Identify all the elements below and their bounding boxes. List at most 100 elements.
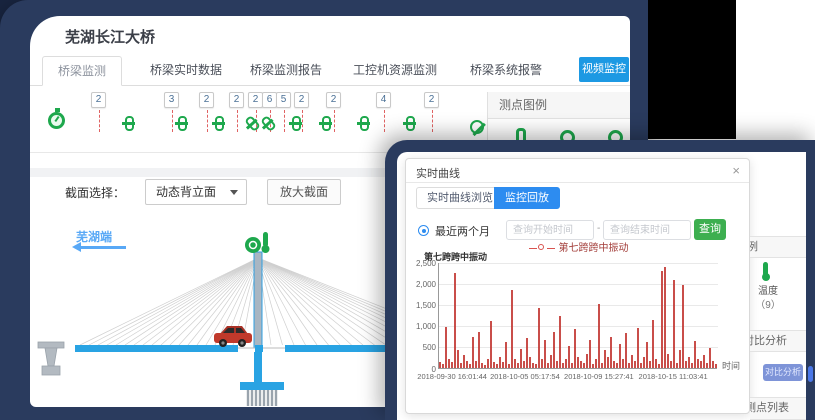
sensor-dash-line (237, 110, 238, 132)
sensor-count-badge: 2 (248, 92, 263, 108)
scrollbar-thumb[interactable] (808, 366, 813, 382)
chart-bar (565, 359, 567, 368)
sensor-count-badge: 2 (91, 92, 106, 108)
point-list-header: 测点列表 (750, 397, 806, 420)
chart-bar (526, 338, 528, 368)
stopwatch-icon[interactable] (48, 112, 65, 129)
chart-bar (484, 365, 486, 368)
chart-bar (706, 363, 708, 368)
chart-bar (457, 350, 459, 368)
bar-chart-plot: 05001,0001,5002,0002,5002018-09-30 16:01… (438, 263, 717, 369)
sensor-count-badge: 4 (376, 92, 391, 108)
bridge-pier (254, 352, 262, 382)
chain-link-icon[interactable] (360, 116, 369, 131)
x-axis-tick-label: 2018-10-05 05:17:54 (490, 372, 560, 381)
sensor-dash-line (384, 110, 385, 132)
zoom-section-button[interactable]: 放大截面 (267, 179, 341, 205)
chart-bar (523, 361, 525, 368)
chain-link-icon[interactable] (322, 116, 331, 131)
sensor-dash-line (99, 110, 100, 132)
chart-bar (649, 361, 651, 368)
realtime-curve-modal: 实时曲线 × 实时曲线浏览 监控回放 最近两个月 - 查询 第七跨跨中振动 第七… (405, 158, 750, 414)
chart-bar (712, 361, 714, 368)
chain-link-icon[interactable] (178, 116, 187, 131)
chart-bar (628, 363, 630, 369)
chart-bar (478, 332, 480, 368)
modal-header: 实时曲线 × (406, 159, 749, 183)
chain-link-icon[interactable] (125, 116, 134, 131)
thermometer-icon[interactable] (763, 262, 768, 276)
x-axis-tick-label: 2018-09-30 16:01:44 (417, 372, 487, 381)
chart-bar (613, 361, 615, 368)
sensor-count-badge: 6 (262, 92, 277, 108)
legend-label: 第七跨跨中振动 (559, 243, 629, 254)
section-select-label: 截面选择： (65, 184, 125, 201)
chart-bar (553, 332, 555, 368)
chart-bar (502, 362, 504, 368)
query-start-time-input[interactable] (506, 220, 594, 240)
tab-bridge-monitoring[interactable]: 桥梁监测 (42, 56, 122, 86)
tab-monitor-playback[interactable]: 监控回放 (494, 187, 560, 209)
chart-bar (604, 350, 606, 368)
chart-bar (616, 363, 618, 368)
video-monitor-button[interactable]: 视频监控 (579, 57, 629, 82)
chart-bar (586, 354, 588, 368)
prohibit-icon[interactable] (470, 120, 484, 134)
legend-marker-icon (529, 244, 555, 252)
gauge-icon[interactable] (245, 237, 261, 253)
sensor-count-badge: 5 (276, 92, 291, 108)
chart-bar (697, 359, 699, 368)
close-icon[interactable]: × (732, 163, 740, 178)
chart-bar (640, 363, 642, 368)
x-axis-tick-label: 2018-10-15 11:03:41 (639, 372, 708, 381)
query-end-time-input[interactable] (603, 220, 691, 240)
chain-link-icon[interactable] (215, 116, 224, 131)
thermometer-icon[interactable] (263, 232, 268, 247)
page-title: 芜湖长江大桥 (65, 26, 155, 47)
chart-bar (556, 361, 558, 368)
chart-bar (541, 359, 543, 368)
chart-bar (463, 355, 465, 368)
chain-link-icon[interactable] (244, 115, 261, 132)
section-select-dropdown[interactable]: 动态背立面 (145, 179, 247, 205)
chart-bar (550, 355, 552, 368)
chart-bar (469, 364, 471, 368)
last-two-months-label: 最近两个月 (435, 223, 490, 239)
tab-realtime-curve-browse[interactable]: 实时曲线浏览 (416, 187, 504, 209)
backdrop-black-region (648, 0, 736, 139)
chain-link-icon[interactable] (260, 115, 277, 132)
chart-bar (592, 364, 594, 368)
sensor-count-badge: 3 (164, 92, 179, 108)
chart-bar (643, 357, 645, 368)
chart-bar (517, 363, 519, 368)
chart-bar (634, 361, 636, 368)
chart-bar (715, 364, 717, 368)
chart-bar (535, 364, 537, 368)
chart-bar (646, 342, 648, 368)
chart-gridline (439, 326, 718, 327)
chart-bar (670, 361, 672, 368)
chart-bar (661, 271, 663, 368)
chart-gridline (439, 347, 718, 348)
chart-bar (577, 357, 579, 368)
compare-analysis-button[interactable]: 对比分析 (763, 364, 803, 381)
chart-bar (658, 364, 660, 368)
tab-bridge-report[interactable]: 桥梁监测报告 (235, 56, 337, 86)
chain-link-icon[interactable] (406, 116, 415, 131)
tab-bridge-realtime-data[interactable]: 桥梁实时数据 (135, 56, 237, 86)
chart-bar (439, 362, 441, 368)
last-two-months-radio[interactable] (418, 225, 429, 236)
screenshot-stage: 芜湖长江大桥 桥梁监测 桥梁实时数据 桥梁监测报告 工控机资源监测 桥梁系统报警… (0, 0, 815, 420)
sensor-dash-line (284, 110, 285, 132)
chain-link-icon[interactable] (292, 116, 301, 131)
range-separator: - (597, 223, 600, 234)
x-axis-tick-label: 2018-10-09 15:27:41 (564, 372, 634, 381)
sensor-count-badge: 2 (229, 92, 244, 108)
chart-bar (505, 342, 507, 368)
temperature-count: （9） (753, 296, 783, 311)
query-button[interactable]: 查询 (694, 219, 726, 240)
tab-ipc-resource-monitoring[interactable]: 工控机资源监测 (338, 56, 452, 86)
chart-bar (532, 363, 534, 369)
chart-bar (529, 357, 531, 368)
tab-system-alarm[interactable]: 桥梁系统报警 (455, 56, 557, 86)
